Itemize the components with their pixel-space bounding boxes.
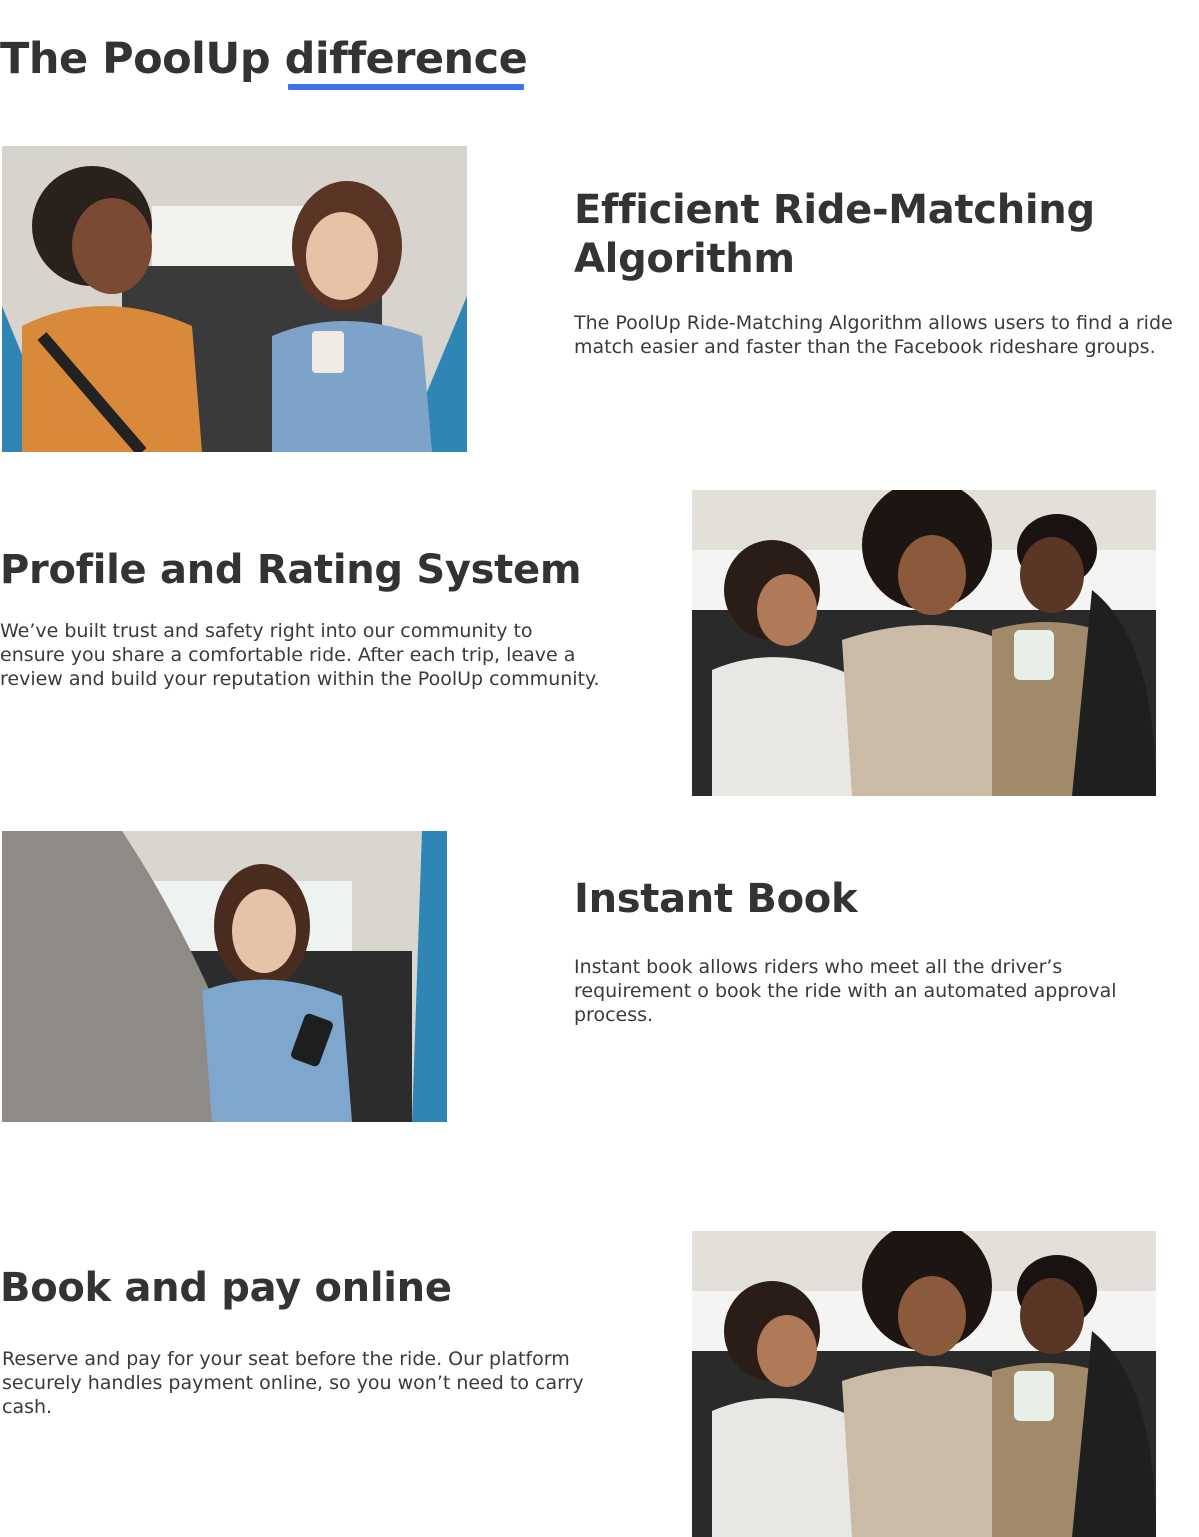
feature-title-book-pay: Book and pay online (0, 1265, 452, 1311)
woman-with-phone-in-car-photo (2, 831, 447, 1122)
three-friends-in-car-photo (692, 490, 1156, 796)
title-highlight: difference (284, 34, 528, 84)
feature-text-book-pay: Reserve and pay for your seat before the… (2, 1348, 584, 1418)
feature-title-matching: Efficient Ride-Matching Algorithm (574, 187, 1095, 282)
feature-text-profile: We’ve built trust and safety right into … (0, 620, 600, 690)
title-underline (288, 84, 524, 90)
two-women-in-car-photo (2, 146, 467, 452)
feature-text-instant-book: Instant book allows riders who meet all … (574, 956, 1117, 1026)
page-title: The PoolUp difference (0, 34, 528, 84)
feature-text-matching: The PoolUp Ride-Matching Algorithm allow… (574, 312, 1173, 358)
title-prefix: The PoolUp (0, 34, 285, 84)
feature-title-profile: Profile and Rating System (0, 547, 582, 593)
three-friends-in-car-photo (692, 1231, 1156, 1537)
feature-title-instant-book: Instant Book (574, 876, 858, 922)
